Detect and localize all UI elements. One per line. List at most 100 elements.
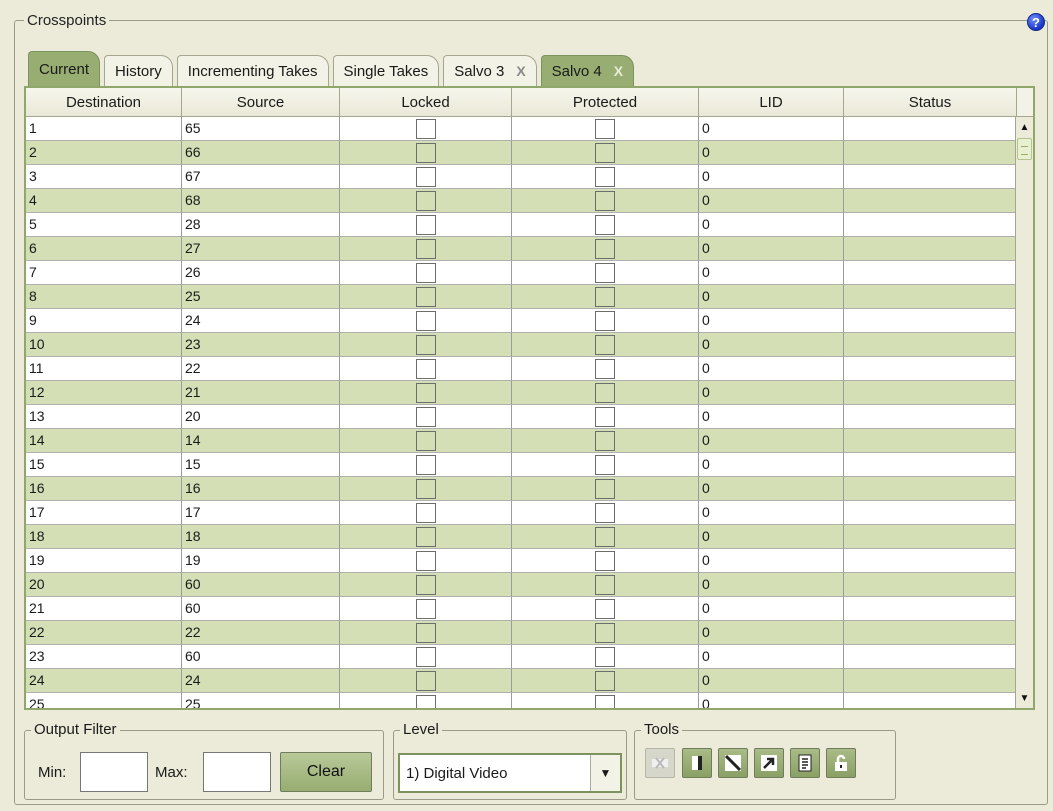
table-row[interactable]: 3 67 0	[26, 165, 1033, 189]
protected-checkbox[interactable]	[595, 478, 615, 499]
table-row[interactable]: 24 24 0	[26, 669, 1033, 693]
locked-checkbox[interactable]	[415, 430, 436, 451]
status-cell[interactable]	[844, 189, 1017, 213]
source-cell[interactable]: 28	[182, 213, 340, 237]
status-cell[interactable]	[844, 213, 1017, 237]
destination-cell[interactable]: 14	[26, 429, 182, 453]
protected-cell[interactable]	[512, 213, 699, 237]
locked-cell[interactable]	[340, 405, 512, 429]
status-cell[interactable]	[844, 501, 1017, 525]
lid-cell[interactable]: 0	[699, 285, 844, 309]
source-cell[interactable]: 15	[182, 453, 340, 477]
destination-cell[interactable]: 8	[26, 285, 182, 309]
protected-checkbox[interactable]	[595, 118, 615, 139]
source-cell[interactable]: 18	[182, 525, 340, 549]
lid-cell[interactable]: 0	[699, 621, 844, 645]
locked-cell[interactable]	[340, 333, 512, 357]
table-row[interactable]: 11 22 0	[26, 357, 1033, 381]
lid-cell[interactable]: 0	[699, 501, 844, 525]
lid-cell[interactable]: 0	[699, 357, 844, 381]
scroll-down-icon[interactable]: ▼	[1016, 688, 1033, 708]
protected-cell[interactable]	[512, 621, 699, 645]
tab-salvo-4[interactable]: Salvo 4 X	[540, 55, 635, 86]
destination-cell[interactable]: 7	[26, 261, 182, 285]
tab-incrementing-takes[interactable]: Incrementing Takes	[176, 55, 329, 86]
protected-cell[interactable]	[512, 309, 699, 333]
protected-checkbox[interactable]	[595, 574, 615, 595]
table-row[interactable]: 16 16 0	[26, 477, 1033, 501]
protected-cell[interactable]	[512, 549, 699, 573]
status-cell[interactable]	[844, 621, 1017, 645]
lid-cell[interactable]: 0	[699, 189, 844, 213]
locked-checkbox[interactable]	[415, 334, 436, 355]
status-cell[interactable]	[844, 549, 1017, 573]
table-row[interactable]: 22 22 0	[26, 621, 1033, 645]
locked-checkbox[interactable]	[415, 382, 436, 403]
locked-cell[interactable]	[340, 141, 512, 165]
clear-button[interactable]: Clear	[280, 752, 372, 792]
source-cell[interactable]: 16	[182, 477, 340, 501]
protected-checkbox[interactable]	[595, 262, 615, 283]
protected-checkbox[interactable]	[595, 190, 615, 211]
destination-cell[interactable]: 21	[26, 597, 182, 621]
destination-cell[interactable]: 16	[26, 477, 182, 501]
lid-cell[interactable]: 0	[699, 573, 844, 597]
protected-checkbox[interactable]	[595, 214, 615, 235]
destination-cell[interactable]: 10	[26, 333, 182, 357]
column-header-locked[interactable]: Locked	[340, 88, 512, 116]
locked-cell[interactable]	[340, 573, 512, 597]
destination-cell[interactable]: 13	[26, 405, 182, 429]
locked-checkbox[interactable]	[415, 166, 436, 187]
source-cell[interactable]: 22	[182, 621, 340, 645]
help-icon[interactable]: ?	[1027, 13, 1045, 31]
document-icon[interactable]	[790, 748, 820, 778]
protected-checkbox[interactable]	[595, 286, 615, 307]
table-row[interactable]: 20 60 0	[26, 573, 1033, 597]
protected-cell[interactable]	[512, 117, 699, 141]
lid-cell[interactable]: 0	[699, 525, 844, 549]
protected-cell[interactable]	[512, 645, 699, 669]
chevron-down-icon[interactable]: ▼	[590, 755, 620, 791]
locked-cell[interactable]	[340, 237, 512, 261]
lid-cell[interactable]: 0	[699, 213, 844, 237]
source-cell[interactable]: 66	[182, 141, 340, 165]
destination-cell[interactable]: 3	[26, 165, 182, 189]
protected-checkbox[interactable]	[595, 526, 615, 547]
source-cell[interactable]: 26	[182, 261, 340, 285]
table-row[interactable]: 1 65 0	[26, 117, 1033, 141]
lid-cell[interactable]: 0	[699, 597, 844, 621]
close-icon[interactable]: X	[614, 63, 623, 79]
destination-cell[interactable]: 15	[26, 453, 182, 477]
table-row[interactable]: 4 68 0	[26, 189, 1033, 213]
lid-cell[interactable]: 0	[699, 309, 844, 333]
locked-cell[interactable]	[340, 645, 512, 669]
source-cell[interactable]: 25	[182, 285, 340, 309]
locked-cell[interactable]	[340, 693, 512, 708]
lid-cell[interactable]: 0	[699, 141, 844, 165]
source-cell[interactable]: 23	[182, 333, 340, 357]
lid-cell[interactable]: 0	[699, 429, 844, 453]
protected-cell[interactable]	[512, 669, 699, 693]
diagonal-icon[interactable]	[718, 748, 748, 778]
status-cell[interactable]	[844, 573, 1017, 597]
table-row[interactable]: 8 25 0	[26, 285, 1033, 309]
locked-checkbox[interactable]	[415, 238, 436, 259]
table-row[interactable]: 12 21 0	[26, 381, 1033, 405]
destination-cell[interactable]: 12	[26, 381, 182, 405]
source-cell[interactable]: 67	[182, 165, 340, 189]
protected-cell[interactable]	[512, 165, 699, 189]
table-row[interactable]: 21 60 0	[26, 597, 1033, 621]
protected-checkbox[interactable]	[595, 310, 615, 331]
locked-checkbox[interactable]	[415, 262, 436, 283]
disconnect-icon[interactable]	[645, 748, 675, 778]
status-cell[interactable]	[844, 669, 1017, 693]
locked-checkbox[interactable]	[415, 550, 436, 571]
protected-checkbox[interactable]	[595, 334, 615, 355]
source-cell[interactable]: 20	[182, 405, 340, 429]
locked-cell[interactable]	[340, 381, 512, 405]
close-icon[interactable]: X	[516, 63, 525, 79]
locked-cell[interactable]	[340, 213, 512, 237]
destination-cell[interactable]: 20	[26, 573, 182, 597]
locked-checkbox[interactable]	[415, 574, 436, 595]
table-row[interactable]: 23 60 0	[26, 645, 1033, 669]
